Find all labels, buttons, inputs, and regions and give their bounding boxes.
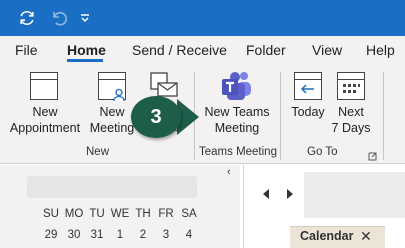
collapse-pane-icon[interactable]: ‹ — [227, 166, 231, 178]
customize-qat-icon[interactable] — [78, 0, 92, 36]
day-of-week: FR — [158, 208, 174, 220]
teams-icon — [220, 70, 254, 102]
new-items-icon — [150, 70, 178, 98]
calendar-tab-label: Calendar — [300, 229, 354, 243]
calendar-day[interactable]: 4 — [178, 229, 200, 241]
next-7-days-icon — [337, 72, 365, 100]
new-appointment-button[interactable]: New Appointment — [8, 104, 82, 136]
close-icon[interactable]: ✕ — [360, 228, 372, 245]
calendar-day[interactable]: 1 — [109, 229, 131, 241]
next-arrow-icon[interactable] — [286, 186, 294, 204]
tab-send-receive[interactable]: Send / Receive — [132, 42, 227, 58]
day-of-week: MO — [64, 208, 84, 220]
new-teams-meeting-button[interactable]: New Teams Meeting — [200, 104, 274, 136]
group-label-new: New — [86, 146, 110, 158]
calendar-day[interactable]: 31 — [86, 229, 108, 241]
day-of-week: SU — [43, 208, 59, 220]
group-label-go-to: Go To — [307, 146, 338, 158]
today-button[interactable]: Today — [287, 104, 329, 120]
group-separator — [383, 72, 384, 160]
month-header-placeholder — [27, 176, 197, 198]
sync-icon[interactable] — [16, 0, 38, 36]
next-7-days-button[interactable]: Next 7 Days — [330, 104, 372, 136]
step-badge: 3 — [131, 96, 181, 138]
new-appointment-icon — [30, 72, 58, 100]
tab-home[interactable]: Home — [67, 42, 106, 58]
previous-arrow-icon[interactable] — [262, 186, 270, 204]
calendar-day[interactable]: 3 — [155, 229, 177, 241]
new-appointment-label-1: New — [32, 105, 58, 119]
new-appointment-label-2: Appointment — [9, 121, 81, 135]
undo-icon[interactable] — [48, 0, 70, 36]
active-tab-indicator — [67, 59, 103, 62]
date-range-placeholder — [304, 172, 405, 218]
calendar-day[interactable]: 30 — [63, 229, 85, 241]
today-icon — [294, 72, 322, 100]
today-label: Today — [291, 105, 325, 119]
next-7-days-label-1: Next — [338, 105, 364, 119]
tab-file[interactable]: File — [15, 42, 38, 58]
calendar-day[interactable]: 29 — [40, 229, 62, 241]
new-teams-meeting-label-1: New Teams — [204, 105, 270, 119]
day-of-week: TH — [135, 208, 151, 220]
attendee-icon — [112, 88, 126, 102]
group-separator — [280, 72, 281, 160]
next-7-days-label-2: 7 Days — [331, 121, 371, 135]
tab-view[interactable]: View — [312, 42, 342, 58]
pane-divider — [243, 165, 244, 248]
dialog-launcher-icon[interactable] — [368, 148, 377, 161]
day-of-week: TU — [89, 208, 105, 220]
calendar-day[interactable]: 2 — [132, 229, 154, 241]
new-teams-meeting-label-2: Meeting — [214, 121, 260, 135]
day-of-week: SA — [181, 208, 197, 220]
day-of-week: WE — [110, 208, 130, 220]
tab-help[interactable]: Help — [366, 42, 395, 58]
tab-folder[interactable]: Folder — [246, 42, 286, 58]
group-label-teams: Teams Meeting — [199, 146, 277, 158]
